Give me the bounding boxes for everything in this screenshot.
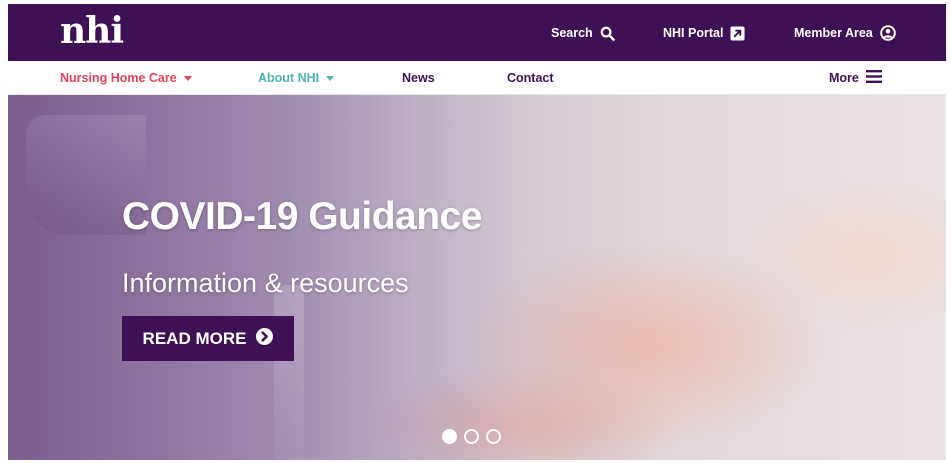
hero-subtitle: Information & resources xyxy=(122,268,409,298)
nav-about-nhi-label: About NHI xyxy=(258,70,320,85)
user-circle-icon xyxy=(879,25,896,41)
carousel-indicators xyxy=(442,429,501,444)
hero-banner: COVID-19 Guidance Information & resource… xyxy=(8,95,946,460)
hamburger-menu-icon xyxy=(865,69,882,86)
member-area-link[interactable]: Member Area xyxy=(794,22,896,44)
nav-news-label: News xyxy=(402,70,435,85)
chevron-circle-right-icon xyxy=(256,327,274,350)
search-label: Search xyxy=(551,26,593,40)
nav-nursing-home-care[interactable]: Nursing Home Care xyxy=(60,61,192,94)
page: nhi Search NHI Portal Member Area Nursin… xyxy=(8,4,946,460)
nhi-portal-link[interactable]: NHI Portal xyxy=(663,22,745,44)
read-more-button[interactable]: READ MORE xyxy=(122,316,294,361)
nav-contact[interactable]: Contact xyxy=(507,61,554,94)
nav-news[interactable]: News xyxy=(402,61,435,94)
search-icon xyxy=(600,26,615,41)
nav-nursing-home-care-label: Nursing Home Care xyxy=(60,70,177,85)
carousel-dot-2[interactable] xyxy=(464,429,479,444)
external-link-icon xyxy=(730,25,745,41)
nhi-logo[interactable]: nhi xyxy=(60,11,124,51)
chevron-down-icon xyxy=(326,75,335,81)
top-header-bar: nhi Search NHI Portal Member Area xyxy=(8,4,946,61)
main-navigation: Nursing Home Care About NHI News Contact… xyxy=(8,61,946,95)
carousel-dot-3[interactable] xyxy=(486,429,501,444)
hero-title: COVID-19 Guidance xyxy=(122,195,482,238)
carousel-dot-1[interactable] xyxy=(442,429,457,444)
nav-more-label: More xyxy=(829,70,859,85)
nav-contact-label: Contact xyxy=(507,70,554,85)
read-more-label: READ MORE xyxy=(142,328,247,348)
nav-more[interactable]: More xyxy=(829,61,882,94)
chevron-down-icon xyxy=(183,75,192,81)
search-link[interactable]: Search xyxy=(551,22,615,44)
member-area-label: Member Area xyxy=(794,26,873,40)
nav-about-nhi[interactable]: About NHI xyxy=(258,61,335,94)
nhi-portal-label: NHI Portal xyxy=(663,26,724,40)
